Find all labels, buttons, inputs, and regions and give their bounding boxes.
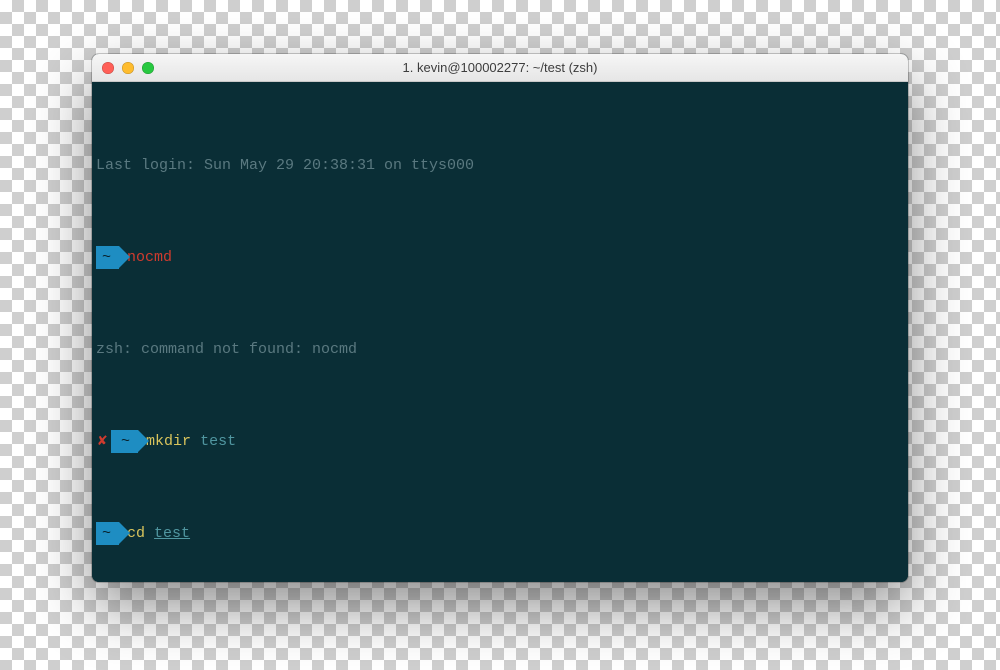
terminal-body[interactable]: Last login: Sun May 29 20:38:31 on ttys0… <box>92 82 908 582</box>
prompt-line-1: ~ nocmd <box>96 246 904 269</box>
status-fail-icon: ✘ <box>96 430 111 453</box>
traffic-lights <box>92 62 154 74</box>
last-login-line: Last login: Sun May 29 20:38:31 on ttys0… <box>96 154 904 177</box>
cmd-nocmd: nocmd <box>127 249 172 266</box>
output-text: zsh: command not found: nocmd <box>96 338 357 361</box>
path-text: ~ <box>102 246 111 269</box>
cmd-mkdir: mkdir <box>146 433 191 450</box>
terminal-window: 1. kevin@100002277: ~/test (zsh) Last lo… <box>92 54 908 582</box>
path-segment: ~ <box>96 522 119 545</box>
output-not-found: zsh: command not found: nocmd <box>96 338 904 361</box>
minimize-icon[interactable] <box>122 62 134 74</box>
last-login-text: Last login: Sun May 29 20:38:31 on ttys0… <box>96 154 474 177</box>
prompt-line-3: ~ cd test <box>96 522 904 545</box>
zoom-icon[interactable] <box>142 62 154 74</box>
path-segment: ~ <box>96 246 119 269</box>
path-segment: ~ <box>111 430 138 453</box>
path-text: ~ <box>102 522 111 545</box>
path-text: ~ <box>121 430 130 453</box>
arg-test-dir: test <box>154 525 190 542</box>
prompt-line-2: ✘ ~ mkdir test <box>96 430 904 453</box>
arg-test: test <box>191 433 236 450</box>
titlebar[interactable]: 1. kevin@100002277: ~/test (zsh) <box>92 54 908 82</box>
window-title: 1. kevin@100002277: ~/test (zsh) <box>92 60 908 75</box>
close-icon[interactable] <box>102 62 114 74</box>
